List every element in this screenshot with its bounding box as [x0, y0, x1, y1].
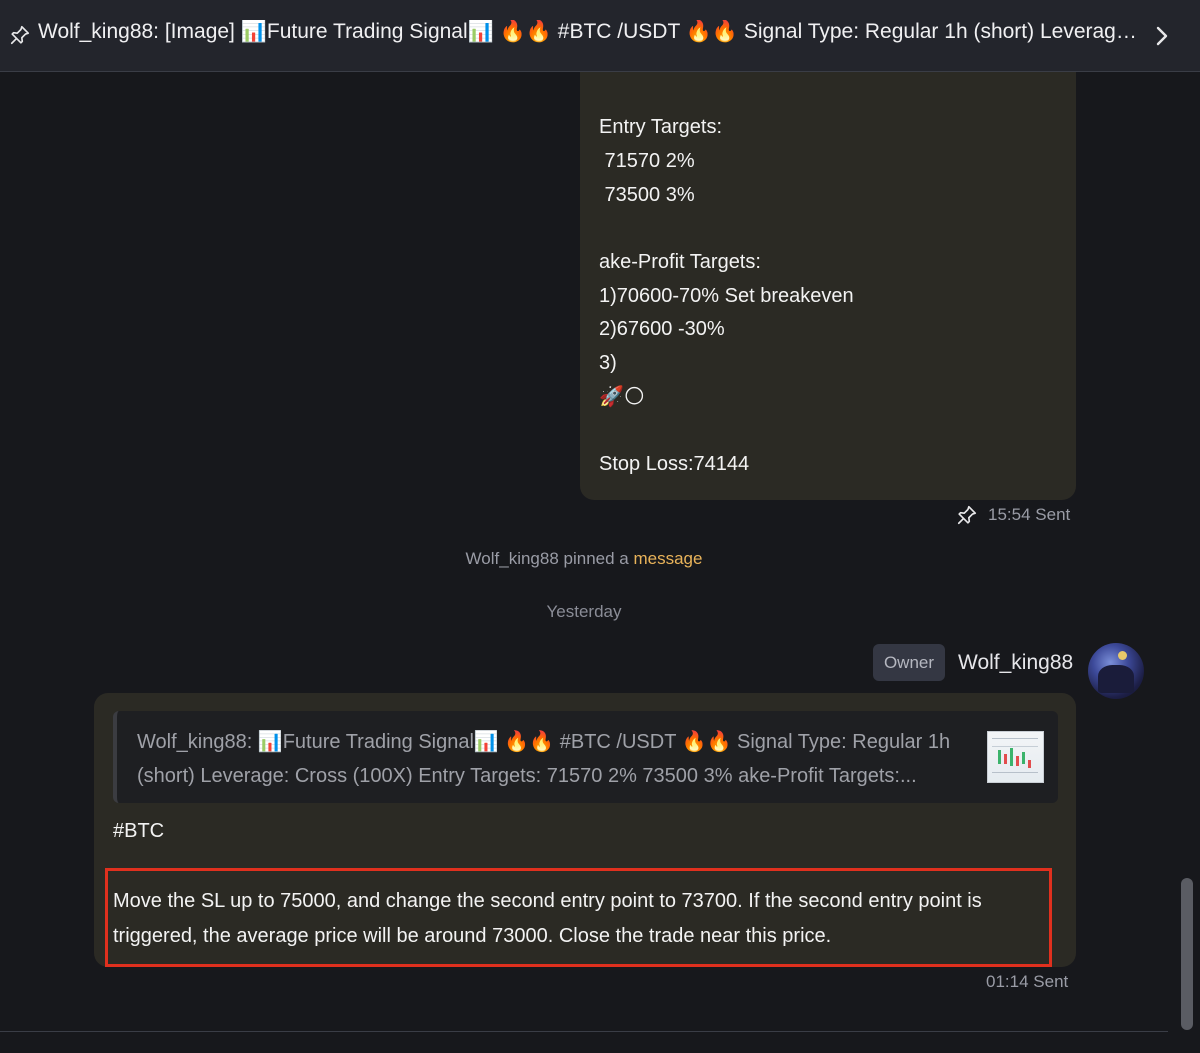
message-line: Stop Loss:74144 [599, 453, 750, 475]
message-time: 15:54 [988, 505, 1031, 524]
scrollbar-thumb[interactable] [1181, 878, 1193, 1030]
message-line: ake-Profit Targets: [599, 251, 761, 273]
reply-preview-text: Wolf_king88: 📊Future Trading Signal📊 🔥🔥 … [137, 731, 951, 787]
message-line: 71570 2% [599, 150, 695, 172]
message-status: Sent [1033, 972, 1069, 991]
chevron-right-icon[interactable] [1152, 24, 1172, 48]
pin-icon [956, 504, 978, 526]
sender-name[interactable]: Wolf_king88 [958, 651, 1073, 675]
owner-badge: Owner [873, 644, 945, 681]
pinned-banner[interactable]: Wolf_king88: [Image] 📊Future Trading Sig… [0, 0, 1200, 72]
message-line: 🚀🌕 [599, 386, 645, 408]
message-line: 2)67600 -30% [599, 318, 725, 340]
pin-icon [9, 24, 31, 46]
message-line: Entry Targets: [599, 116, 723, 138]
moon-icon [1118, 651, 1127, 660]
avatar[interactable] [1088, 643, 1144, 699]
message-line: 3) [599, 352, 617, 374]
pinned-notice-text: Wolf_king88 pinned a [465, 549, 634, 568]
reply-preview[interactable]: Wolf_king88: 📊Future Trading Signal📊 🔥🔥 … [113, 711, 1058, 803]
composer-divider [0, 1031, 1168, 1032]
message-meta: 01:14 Sent [986, 972, 1068, 992]
message-body: Move the SL up to 75000, and change the … [113, 890, 982, 947]
message-status: Sent [1035, 505, 1071, 524]
reply-thumbnail[interactable] [987, 731, 1044, 783]
pinned-message-link[interactable]: message [633, 549, 702, 568]
system-pinned-notice: Wolf_king88 pinned a message [0, 549, 1168, 569]
hashtag-link[interactable]: #BTC [113, 820, 164, 843]
pinned-banner-title: Wolf_king88: [Image] 📊Future Trading Sig… [38, 20, 1138, 43]
message-line: 1)70600-70% Set breakeven [599, 285, 854, 307]
wolf-icon [1098, 665, 1134, 693]
message-time: 01:14 [986, 972, 1029, 991]
date-divider: Yesterday [546, 602, 622, 621]
message-line: 73500 3% [599, 184, 695, 206]
message-meta: 15:54 Sent [956, 504, 1070, 526]
